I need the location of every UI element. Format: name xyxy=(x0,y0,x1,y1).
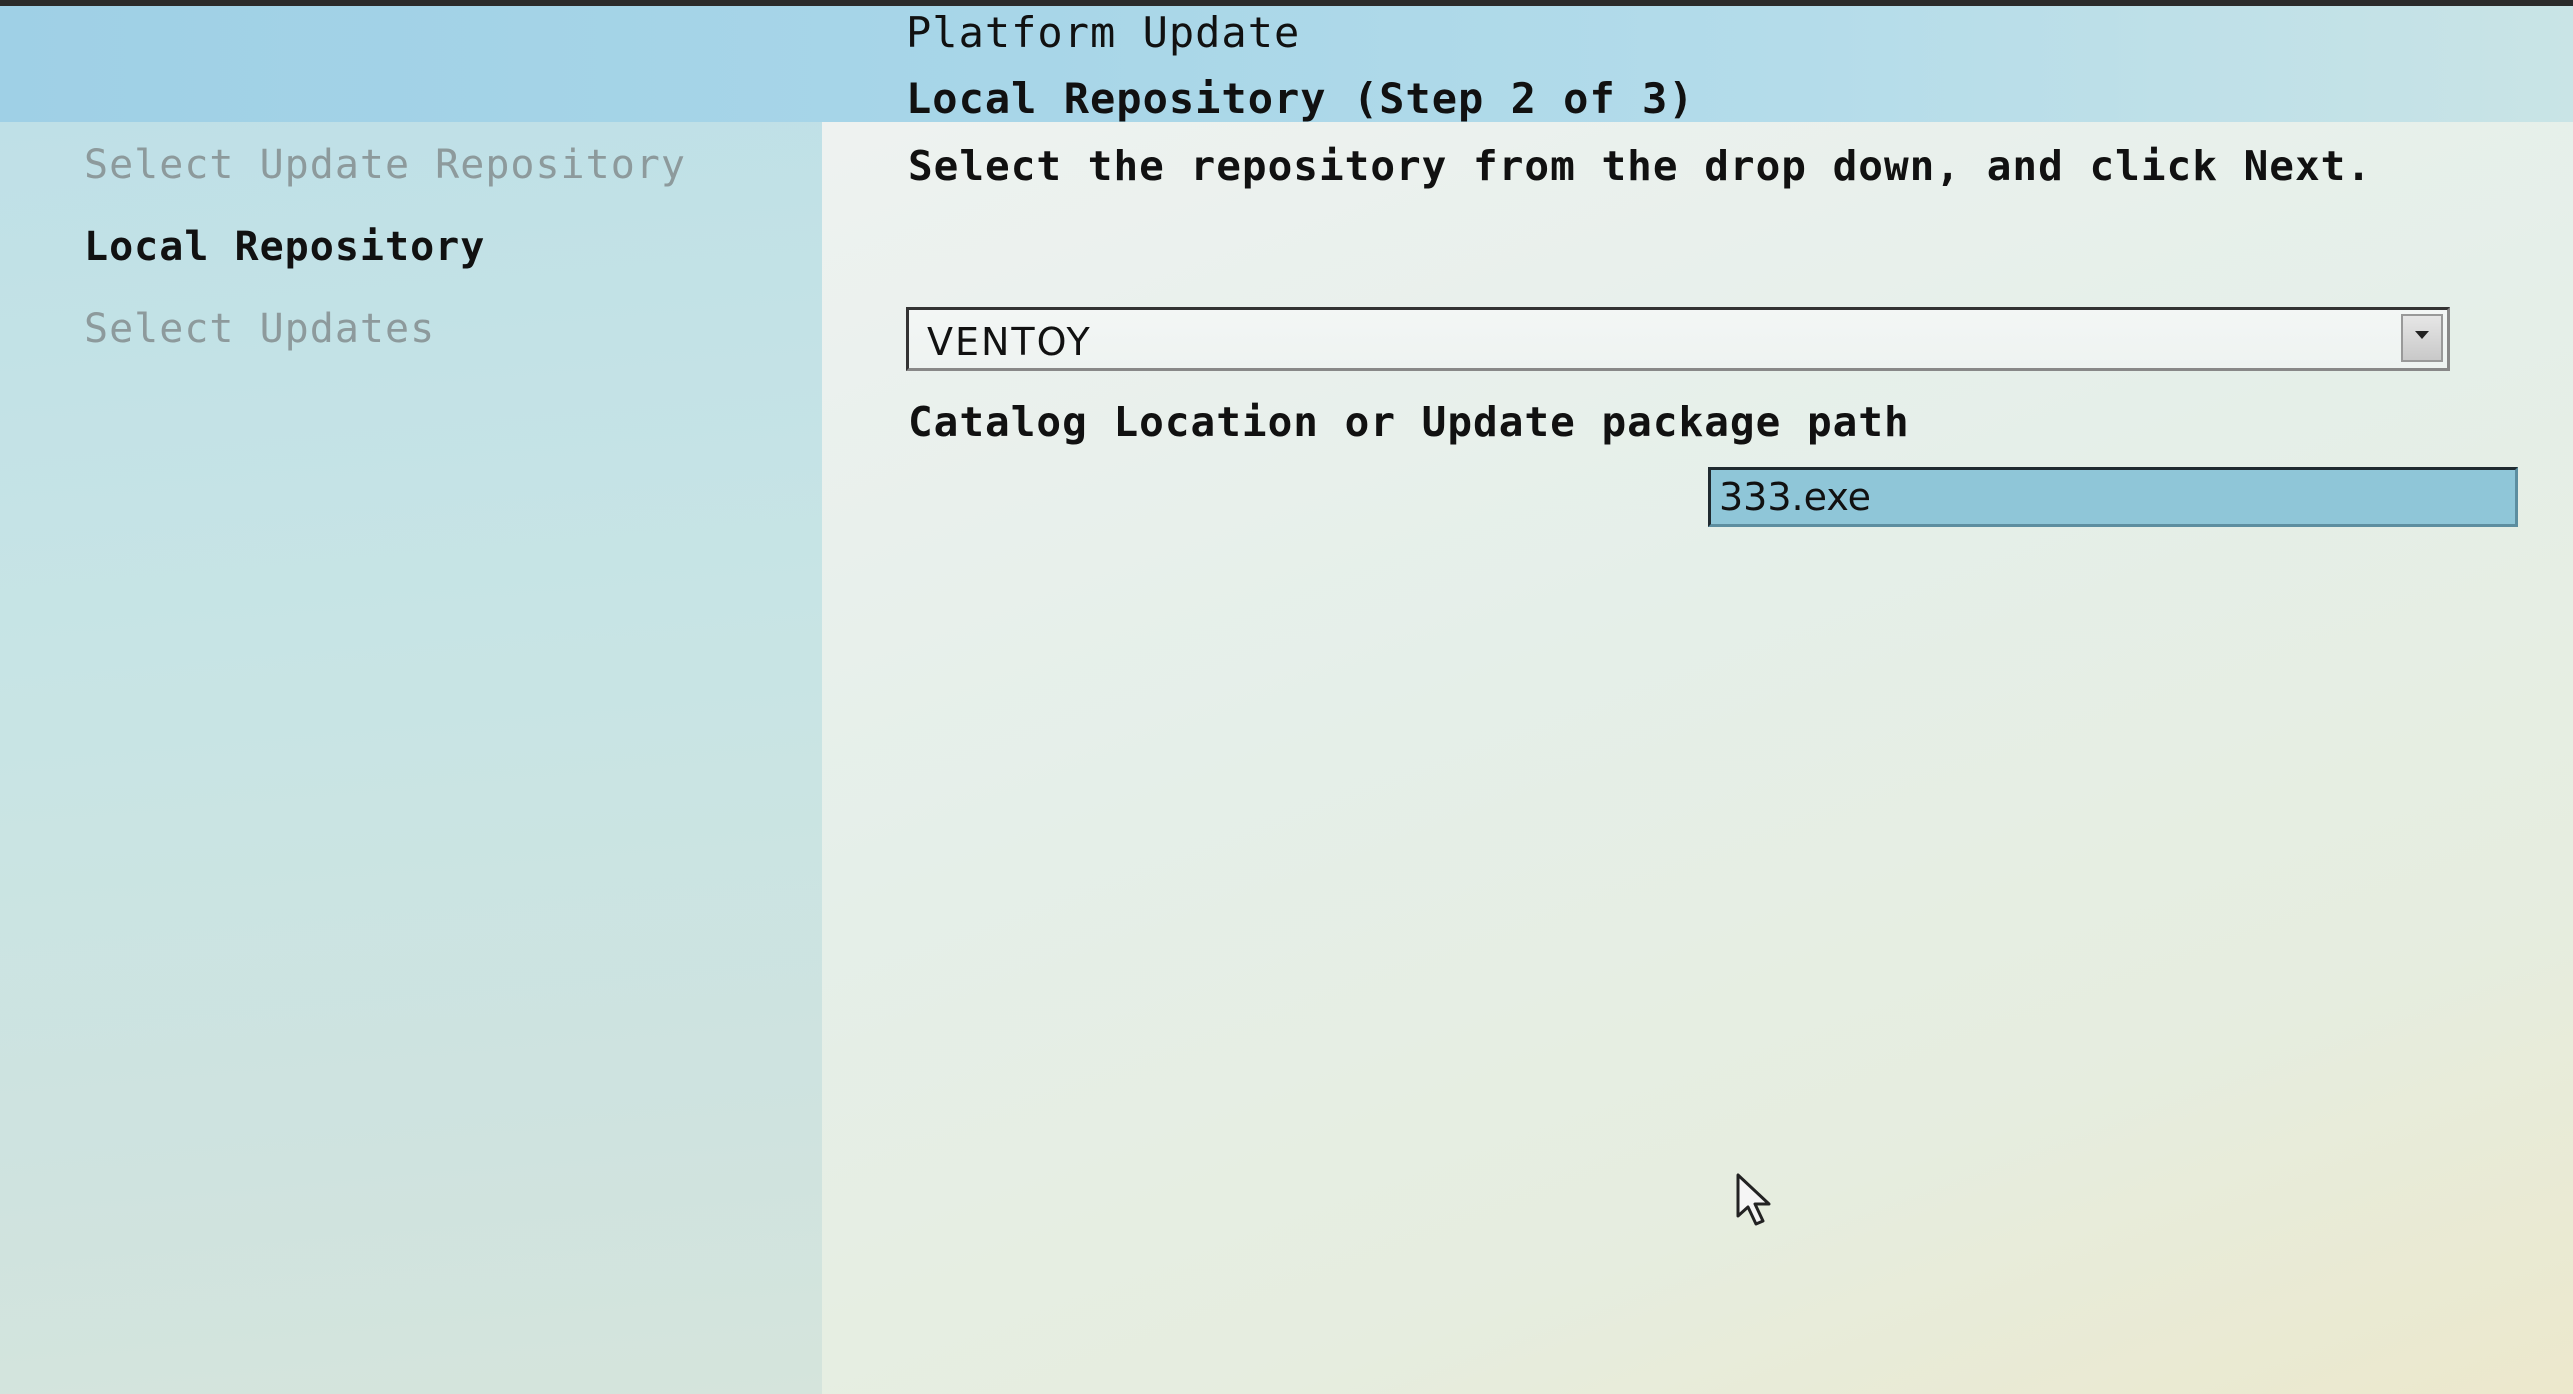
path-field-label: Catalog Location or Update package path xyxy=(908,398,1910,446)
screen-top-edge xyxy=(0,0,2573,6)
step-title: Local Repository (Step 2 of 3) xyxy=(906,74,1695,123)
sidebar-item-select-update-repository[interactable]: Select Update Repository xyxy=(84,142,686,188)
sidebar-item-select-updates[interactable]: Select Updates xyxy=(84,306,435,352)
instruction-text: Select the repository from the drop down… xyxy=(908,142,2372,190)
mouse-pointer-icon xyxy=(1735,1172,1775,1232)
package-path-input[interactable] xyxy=(1708,467,2518,527)
sidebar-item-local-repository[interactable]: Local Repository xyxy=(84,224,485,270)
dropdown-toggle-button[interactable] xyxy=(2401,314,2443,362)
chevron-down-icon xyxy=(2415,331,2429,339)
platform-update-screen: Platform Update Local Repository (Step 2… xyxy=(0,0,2573,1394)
page-title: Platform Update xyxy=(906,8,1301,57)
repository-dropdown-value: VENTOY xyxy=(927,320,1092,364)
repository-dropdown[interactable]: VENTOY xyxy=(906,307,2450,371)
